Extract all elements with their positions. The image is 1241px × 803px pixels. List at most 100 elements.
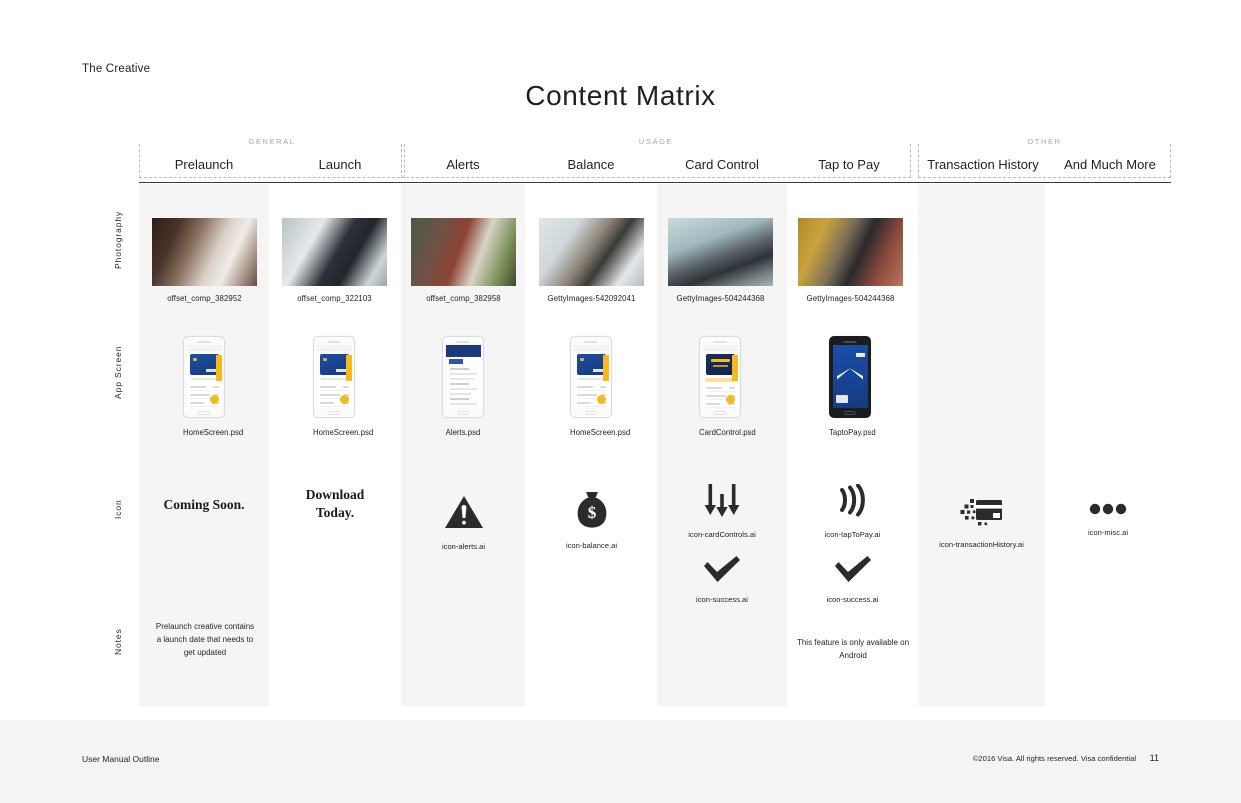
- list-item: [189, 383, 219, 391]
- icon-group-card-controls: icon-cardControls.ai: [657, 484, 787, 539]
- column-header-card-control[interactable]: Card Control: [657, 157, 787, 172]
- app-caption-launch: HomeScreen.psd: [313, 428, 374, 437]
- column-header-prelaunch[interactable]: Prelaunch: [139, 157, 269, 172]
- home-button-icon: [198, 411, 210, 415]
- footer-document-title: User Manual Outline: [82, 754, 160, 764]
- photo-cell-balance: GettyImages-542092041: [539, 218, 644, 303]
- content-line: [190, 378, 218, 380]
- photo-cell-alerts: offset_comp_382958: [411, 218, 516, 303]
- icon-caption-misc: icon-misc.ai: [1087, 528, 1129, 537]
- icon-group-misc: icon-misc.ai: [1045, 502, 1171, 537]
- icon-caption-tap-to-pay: icon-tapToPay.ai: [824, 530, 881, 539]
- photo-cell-prelaunch: offset_comp_382952: [152, 218, 257, 303]
- photo-thumb-card-control[interactable]: [668, 218, 773, 286]
- check-icon[interactable]: [702, 555, 742, 583]
- icon-caption-alerts: icon-alerts.ai: [441, 542, 486, 551]
- chip-icon: [322, 358, 327, 361]
- icon-group-success-tap-to-pay: icon-success.ai: [787, 555, 918, 604]
- fab-button: [725, 395, 735, 404]
- icon-group-transaction-history: icon-transactionHistory.ai: [918, 496, 1045, 549]
- column-header-balance[interactable]: Balance: [529, 157, 653, 172]
- home-button-icon: [714, 411, 726, 415]
- credit-card-pixel-icon[interactable]: [960, 496, 1004, 528]
- phone-mock-alerts[interactable]: [442, 336, 484, 418]
- column-header-tap-to-pay[interactable]: Tap to Pay: [787, 157, 911, 172]
- phone-screen-homescreen: [316, 345, 352, 408]
- list-item: [576, 383, 606, 391]
- photo-thumb-balance[interactable]: [539, 218, 644, 286]
- fab-button: [596, 395, 606, 404]
- visa-logo-icon: [855, 353, 865, 357]
- check-icon[interactable]: [833, 555, 873, 583]
- photo-caption-launch: offset_comp_322103: [297, 294, 372, 303]
- icon-cell-card-control: icon-cardControls.ai icon-success.ai: [657, 484, 787, 604]
- row-label-notes: Notes: [113, 628, 123, 656]
- photo-thumb-prelaunch[interactable]: [152, 218, 257, 286]
- sliders-icon[interactable]: [703, 484, 741, 518]
- app-cell-alerts: Alerts.psd: [442, 336, 484, 437]
- visa-logo-icon: [335, 369, 346, 372]
- phone-screen-taptopay: [832, 345, 868, 408]
- column-header-transaction-history[interactable]: Transaction History: [918, 157, 1048, 172]
- money-bag-icon[interactable]: $: [574, 489, 610, 529]
- chip-icon: [192, 358, 197, 361]
- content-line: [320, 378, 348, 380]
- row-label-app-screen: App Screen: [113, 345, 123, 399]
- phone-mock-card-control[interactable]: [699, 336, 741, 418]
- fab-button: [339, 395, 349, 404]
- phone-speaker-icon: [197, 340, 211, 343]
- row-labels: Photography App Screen Icon Notes: [113, 184, 135, 706]
- alert-triangle-icon[interactable]: [444, 494, 484, 530]
- svg-text:$: $: [587, 503, 596, 522]
- app-cell-tap-to-pay: TaptoPay.psd: [829, 336, 876, 437]
- app-caption-tap-to-pay: TaptoPay.psd: [829, 428, 876, 437]
- home-button-icon: [585, 411, 597, 415]
- home-button-icon: [328, 411, 340, 415]
- content-line: [449, 368, 469, 370]
- photo-thumb-tap-to-pay[interactable]: [798, 218, 903, 286]
- icon-group-success-card-control: icon-success.ai: [657, 555, 787, 604]
- icon-caption-balance: icon-balance.ai: [565, 541, 618, 550]
- phone-mock-balance[interactable]: [570, 336, 612, 418]
- phone-mock-prelaunch[interactable]: [183, 336, 225, 418]
- app-caption-prelaunch: HomeScreen.psd: [183, 428, 244, 437]
- phone-screen-cardcontrol: [702, 345, 738, 408]
- brand-label: The Creative: [82, 63, 151, 75]
- selected-tab: [448, 359, 463, 364]
- content-line: [449, 388, 477, 390]
- header-rule: [139, 182, 1171, 183]
- home-button-icon: [844, 411, 856, 415]
- content-line: [449, 378, 474, 380]
- visa-logo-icon: [592, 369, 603, 372]
- ellipsis-icon[interactable]: [1088, 502, 1128, 516]
- contactless-pay-icon[interactable]: [834, 483, 872, 518]
- icon-cell-balance: $ icon-balance.ai: [539, 489, 644, 550]
- row-label-photography: Photography: [113, 210, 123, 270]
- alert-banner-sub: [712, 365, 728, 367]
- icon-caption-success-card-control: icon-success.ai: [696, 595, 748, 604]
- icon-group-balance: $ icon-balance.ai: [539, 489, 644, 550]
- photo-thumb-launch[interactable]: [282, 218, 387, 286]
- icon-group-alerts: icon-alerts.ai: [411, 494, 516, 551]
- photo-thumb-alerts[interactable]: [411, 218, 516, 286]
- column-header-launch[interactable]: Launch: [275, 157, 405, 172]
- phone-mock-launch[interactable]: [313, 336, 355, 418]
- phone-mock-tap-to-pay[interactable]: [829, 336, 871, 418]
- icon-cell-prelaunch: Coming Soon.: [149, 496, 259, 514]
- column-header-alerts[interactable]: Alerts: [401, 157, 525, 172]
- card-thumbnail-icon: [835, 395, 848, 403]
- notes-cell-prelaunch: Prelaunch creative contains a launch dat…: [153, 620, 257, 660]
- icon-cell-tap-to-pay: icon-tapToPay.ai icon-success.ai: [787, 483, 918, 604]
- column-header-and-much-more[interactable]: And Much More: [1049, 157, 1171, 172]
- group-usage-label: USAGE: [632, 137, 680, 146]
- app-caption-card-control: CardControl.psd: [699, 428, 756, 437]
- app-caption-alerts: Alerts.psd: [445, 428, 481, 437]
- list-item: [319, 383, 349, 391]
- list-item: [190, 407, 219, 408]
- tap-to-pay-surface: [832, 345, 868, 408]
- status-bar: [702, 345, 738, 351]
- photo-cell-launch: offset_comp_322103: [282, 218, 387, 303]
- app-cell-prelaunch: HomeScreen.psd: [183, 336, 243, 437]
- slide-page: The Creative Content Matrix GENERAL USAG…: [0, 0, 1241, 803]
- content-line: [577, 378, 605, 380]
